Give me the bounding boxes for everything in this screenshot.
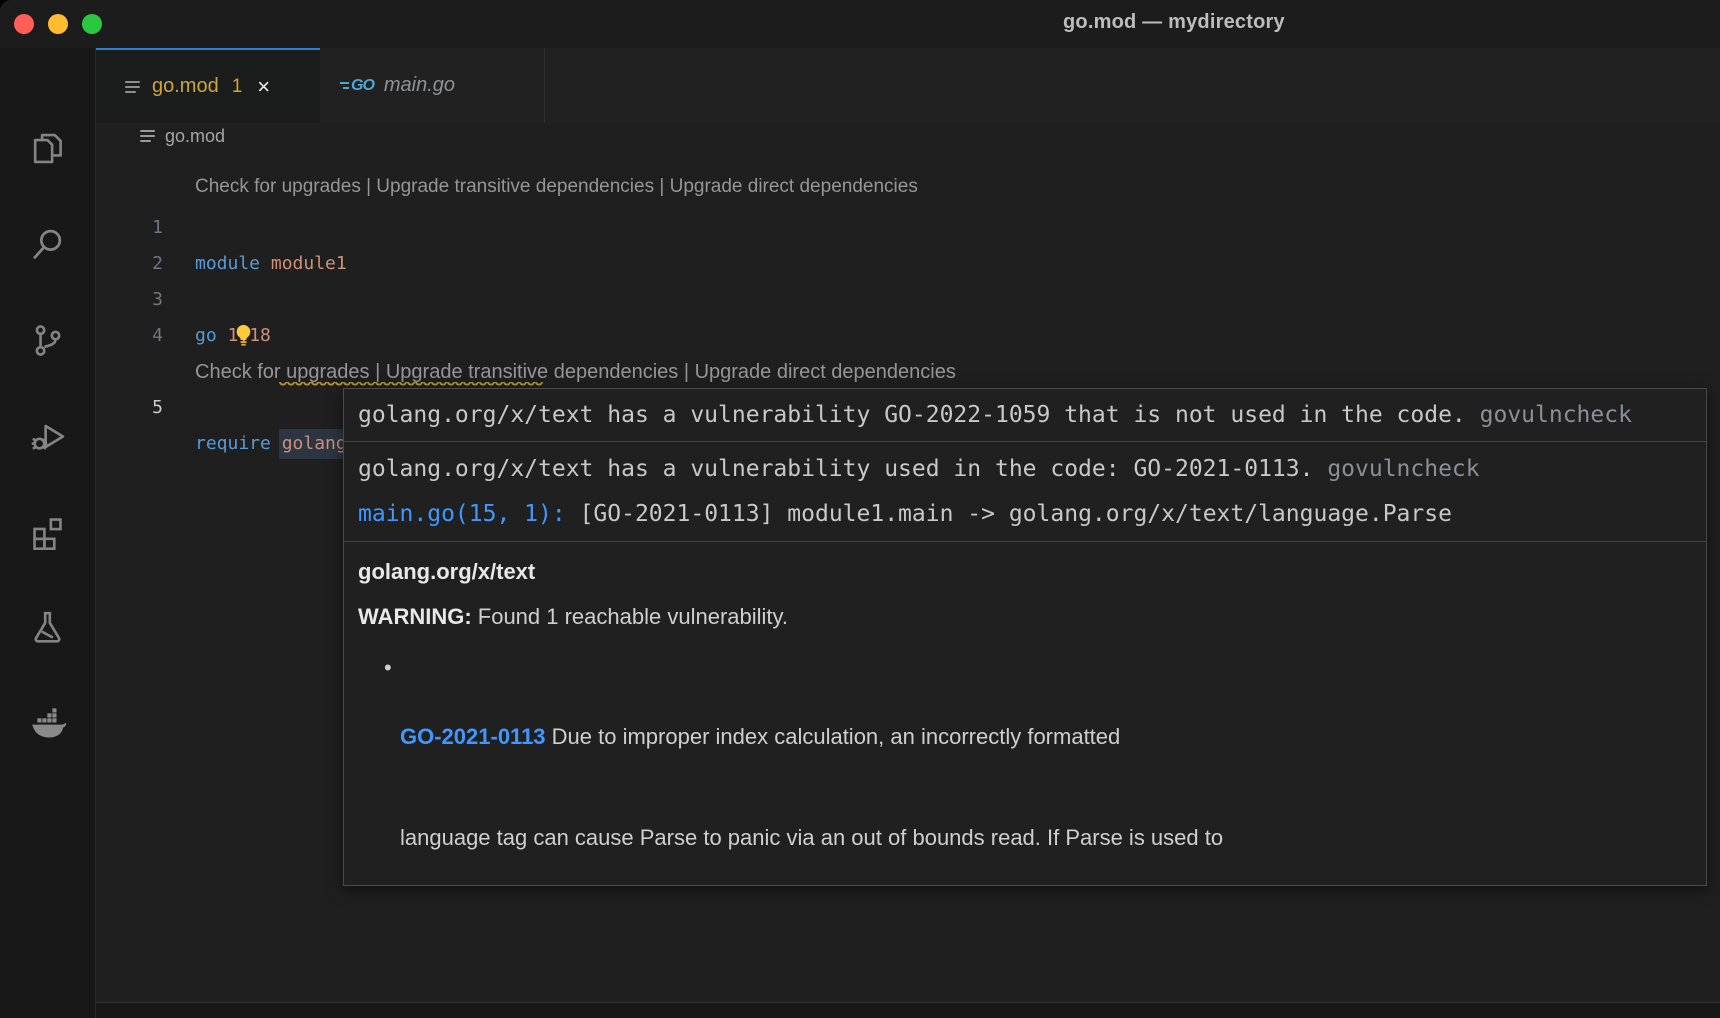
codelens-row: Check for upgrades | Upgrade transitive …	[97, 318, 1720, 354]
tab-label: go.mod	[152, 75, 219, 98]
go-mod-file-icon	[125, 81, 140, 93]
diagnostic-1: golang.org/x/text has a vulnerability GO…	[344, 389, 1706, 441]
go-mod-file-icon	[140, 130, 155, 142]
docker-icon[interactable]	[0, 688, 95, 760]
vulnerability-id-link[interactable]: GO-2021-0113	[400, 724, 546, 749]
breadcrumb: go.mod	[97, 123, 1720, 149]
go-file-icon: GO	[340, 77, 374, 95]
explorer-icon[interactable]	[0, 112, 95, 184]
clipped-codelens-row: Check for upgrades | Upgrade transitive …	[97, 149, 1720, 169]
title-bar: go.mod — mydirectory	[0, 0, 1720, 48]
vscode-window: go.mod — mydirectory	[0, 0, 1720, 1018]
code-line-2: 2	[97, 210, 1720, 246]
vulnerability-details: golang.org/x/text WARNING: Found 1 reach…	[344, 542, 1706, 886]
minimize-window-button[interactable]	[48, 14, 68, 34]
tab-bar: go.mod 1 × GO main.go	[96, 48, 1720, 123]
source-control-icon[interactable]	[0, 304, 95, 376]
code-line-3: 3 go 1.18	[97, 246, 1720, 282]
code-line-1: 1 module module1	[97, 174, 1720, 210]
warning-squiggle	[279, 382, 543, 387]
diagnostic-source: govulncheck	[1480, 402, 1632, 428]
window-title: go.mod — mydirectory	[1063, 11, 1285, 34]
traffic-lights	[14, 14, 102, 34]
package-name: golang.org/x/text	[358, 559, 1692, 585]
warning-line: WARNING: Found 1 reachable vulnerability…	[358, 604, 1692, 630]
activity-bar	[0, 48, 96, 1018]
bullet-marker: •	[384, 655, 392, 681]
extensions-icon[interactable]	[0, 496, 95, 568]
tab-main-go[interactable]: GO main.go	[320, 48, 545, 123]
zoom-window-button[interactable]	[82, 14, 102, 34]
problem-badge: 1	[232, 76, 243, 98]
testing-icon[interactable]	[0, 590, 95, 662]
diagnostic-2: golang.org/x/text has a vulnerability us…	[344, 441, 1706, 542]
code-line-4: 4	[97, 282, 1720, 318]
run-and-debug-icon[interactable]	[0, 400, 95, 472]
search-icon[interactable]	[0, 208, 95, 280]
hover-tooltip: golang.org/x/text has a vulnerability GO…	[343, 388, 1707, 886]
breadcrumb-item-go-mod[interactable]: go.mod	[140, 126, 225, 147]
vulnerability-list-item: • GO-2021-0113 Due to improper index cal…	[358, 653, 1692, 886]
tab-label: main.go	[384, 74, 455, 97]
close-window-button[interactable]	[14, 14, 34, 34]
diagnostic-source: govulncheck	[1327, 456, 1479, 482]
related-location-link[interactable]: main.go(15, 1):	[358, 501, 566, 527]
panel-edge[interactable]	[96, 1002, 1720, 1018]
line-number: 5	[97, 390, 163, 426]
tab-go-mod[interactable]: go.mod 1 ×	[96, 48, 320, 123]
close-tab-icon[interactable]: ×	[257, 77, 270, 97]
